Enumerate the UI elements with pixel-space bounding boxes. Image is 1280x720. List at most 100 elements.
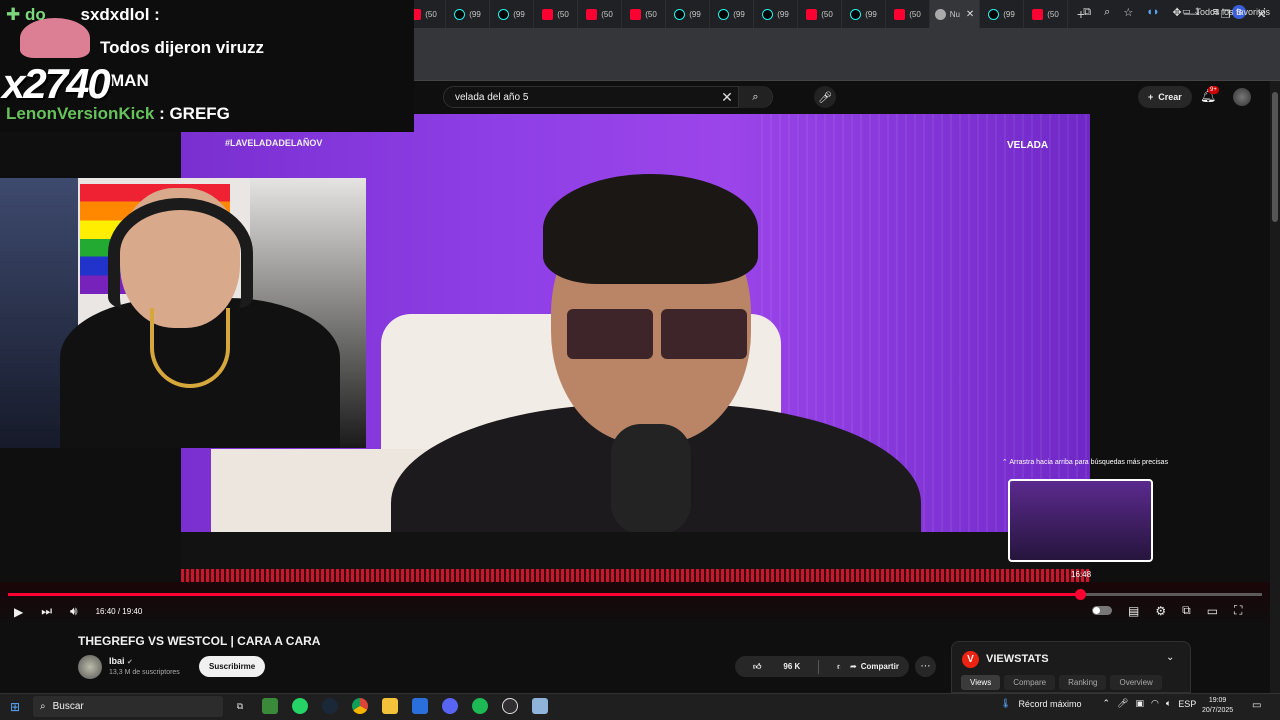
app-icon[interactable] bbox=[412, 698, 428, 714]
theater-mode-icon[interactable]: ▭ bbox=[1207, 604, 1218, 618]
browser-tab[interactable]: (99 bbox=[710, 0, 754, 28]
hover-timestamp: 16:48 bbox=[1071, 570, 1092, 579]
network-icon[interactable]: ▣ bbox=[1135, 698, 1144, 709]
whatsapp-icon[interactable] bbox=[292, 698, 308, 714]
progress-played bbox=[8, 593, 1081, 596]
like-button[interactable]: 👍︎ 96 K bbox=[735, 662, 818, 672]
tab-label: (50 bbox=[821, 9, 833, 19]
close-tab-icon[interactable]: ✕ bbox=[966, 9, 974, 20]
language-indicator[interactable]: ESP bbox=[1178, 699, 1196, 709]
tab-label: (50 bbox=[909, 9, 921, 19]
search-button[interactable]: ⌕ bbox=[738, 86, 772, 108]
steam-icon[interactable] bbox=[322, 698, 338, 714]
tab-ranking[interactable]: Ranking bbox=[1059, 675, 1107, 690]
subscribe-button[interactable]: Suscribirme bbox=[199, 656, 266, 677]
gold-chain bbox=[150, 308, 230, 388]
next-icon[interactable]: ⏭︎ bbox=[41, 604, 52, 619]
browser-tab[interactable]: (99 bbox=[666, 0, 710, 28]
search-input[interactable]: velada del año 5 bbox=[455, 92, 716, 103]
bookmark-star-icon[interactable]: ☆ bbox=[1123, 6, 1133, 19]
plus-icon: + bbox=[1148, 92, 1154, 102]
autoplay-toggle[interactable] bbox=[1092, 606, 1112, 615]
tab-label: (99 bbox=[733, 9, 745, 19]
minecraft-icon[interactable] bbox=[262, 698, 278, 714]
tiktok-icon bbox=[718, 8, 730, 20]
create-button[interactable]: + Crear bbox=[1138, 86, 1192, 108]
cast-icon[interactable]: ⧉ bbox=[1083, 6, 1091, 19]
mic-tray-icon[interactable]: 🎤︎ bbox=[1117, 698, 1128, 709]
browser-tab[interactable]: (99 bbox=[842, 0, 886, 28]
app-icon-2[interactable] bbox=[532, 698, 548, 714]
tab-compare[interactable]: Compare bbox=[1004, 675, 1056, 690]
tray-chevron-icon[interactable]: ⌃ bbox=[1102, 698, 1110, 709]
chat-message: Todos dijeron viruzz bbox=[100, 38, 265, 57]
task-view-icon[interactable]: ⧉ bbox=[232, 698, 248, 714]
search-box[interactable]: velada del año 5 ✕ ⌕ bbox=[443, 86, 773, 108]
browser-tab[interactable]: (50 bbox=[886, 0, 930, 28]
browser-tab[interactable]: (50 bbox=[622, 0, 666, 28]
speaker-icon[interactable]: 🔈︎ bbox=[1166, 698, 1171, 709]
tiktok-icon bbox=[762, 8, 774, 20]
chevron-down-icon[interactable]: ⌄ bbox=[1166, 652, 1174, 663]
tiktok-icon bbox=[498, 8, 510, 20]
viewstats-title: VIEWSTATS bbox=[986, 653, 1049, 665]
subtitles-icon[interactable]: ▤ bbox=[1128, 604, 1139, 618]
browser-tab[interactable]: (50 bbox=[798, 0, 842, 28]
tab-label: (99 bbox=[1003, 9, 1015, 19]
scrollbar-thumb[interactable] bbox=[1272, 92, 1278, 222]
chat-username: do bbox=[24, 5, 46, 24]
clock-time: 19:09 bbox=[1208, 697, 1227, 704]
play-icon[interactable]: ▶ bbox=[14, 605, 23, 619]
browser-tab[interactable]: (50 bbox=[1024, 0, 1068, 28]
controls-left: ▶ ⏭︎ 🔊︎ 16:40 / 19:40 bbox=[14, 604, 142, 619]
windows-start-icon[interactable]: ⊞ bbox=[10, 700, 20, 714]
browser-tab[interactable]: (99 bbox=[754, 0, 798, 28]
tiktok-icon bbox=[850, 8, 862, 20]
notification-center-icon[interactable]: ▭ bbox=[1252, 700, 1261, 711]
browser-tab[interactable]: (99 bbox=[980, 0, 1024, 28]
volume-icon[interactable]: 🔊︎ bbox=[70, 604, 78, 619]
tab-label: (50 bbox=[1047, 9, 1059, 19]
fullscreen-icon[interactable]: ⛶ bbox=[1234, 603, 1242, 618]
file-explorer-icon[interactable] bbox=[382, 698, 398, 714]
wifi-icon[interactable]: ◠ bbox=[1151, 698, 1159, 709]
thermometer-icon: 🌡︎ bbox=[1000, 698, 1012, 708]
extensions-icon[interactable]: ✥ bbox=[1172, 6, 1181, 19]
browser-tab[interactable]: (50 bbox=[534, 0, 578, 28]
tab-label: (99 bbox=[513, 9, 525, 19]
studio-microphone bbox=[611, 424, 691, 534]
taskbar-search[interactable]: ⌕ Buscar bbox=[33, 696, 223, 717]
taskbar-apps: ⧉ bbox=[232, 698, 548, 714]
obs-icon[interactable] bbox=[502, 698, 518, 714]
miniplayer-icon[interactable]: ⧉ bbox=[1182, 603, 1191, 618]
channel-name[interactable]: Ibai ✔ bbox=[109, 656, 133, 666]
youtube-icon bbox=[542, 8, 554, 20]
spotify-icon[interactable] bbox=[472, 698, 488, 714]
browser-tab[interactable]: (99 bbox=[490, 0, 534, 28]
clear-search-icon[interactable]: ✕ bbox=[716, 89, 738, 106]
tab-label: (50 bbox=[645, 9, 657, 19]
share-button[interactable]: ➦ Compartir bbox=[840, 656, 909, 677]
headset bbox=[108, 198, 253, 308]
browser-tab[interactable]: (50 bbox=[578, 0, 622, 28]
settings-gear-icon[interactable]: ⚙ bbox=[1155, 604, 1166, 618]
verified-icon: ✔ bbox=[127, 659, 133, 666]
extension-audio-icon[interactable]: ◖◗ bbox=[1146, 6, 1159, 18]
browser-tab[interactable]: (99 bbox=[446, 0, 490, 28]
tab-overview[interactable]: Overview bbox=[1110, 675, 1162, 690]
voice-search-button[interactable]: 🎤︎ bbox=[814, 86, 836, 108]
chrome-icon[interactable] bbox=[352, 698, 368, 714]
zoom-icon[interactable]: ⌕ bbox=[1104, 6, 1110, 19]
youtube-account-avatar[interactable] bbox=[1233, 88, 1251, 106]
bookmarks-folder[interactable]: ▭ Todos los favoritos bbox=[1182, 6, 1270, 17]
combo-counter: x2740 bbox=[2, 60, 111, 107]
active-tab[interactable]: Nu ✕ bbox=[930, 0, 980, 28]
weather-label[interactable]: Récord máximo bbox=[1018, 699, 1081, 709]
taskbar-clock[interactable]: 19:09 20/7/2025 bbox=[1202, 696, 1233, 716]
channel-avatar[interactable] bbox=[78, 655, 102, 679]
discord-icon[interactable] bbox=[442, 698, 458, 714]
youtube-icon bbox=[1032, 8, 1044, 20]
tab-views[interactable]: Views bbox=[961, 675, 1001, 690]
share-arrow-icon: ➦ bbox=[850, 662, 857, 671]
more-actions-icon[interactable]: ⋯ bbox=[915, 656, 936, 677]
